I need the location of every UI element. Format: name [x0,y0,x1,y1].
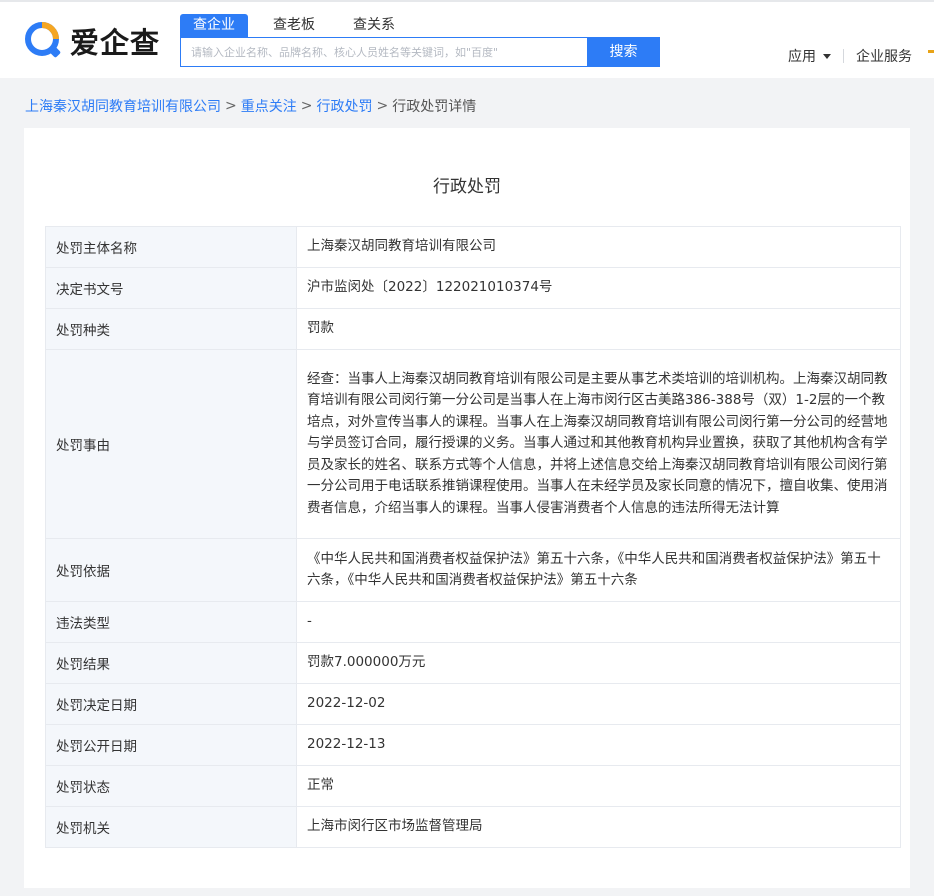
table-row: 处罚机关 上海市闵行区市场监督管理局 [45,806,901,848]
row-label: 决定书文号 [45,267,297,309]
row-value: - [296,601,901,643]
row-label: 处罚机关 [45,806,297,848]
breadcrumb-current: 行政处罚详情 [392,99,477,115]
search-box: 搜索 [180,37,660,67]
table-row: 处罚结果 罚款7.000000万元 [45,642,901,684]
tab-boss[interactable]: 查老板 [260,14,328,37]
row-label: 处罚结果 [45,642,297,684]
row-label: 处罚决定日期 [45,683,297,725]
row-value: 2022-12-02 [296,683,901,725]
row-label: 处罚主体名称 [45,226,297,268]
row-label: 处罚依据 [45,538,297,602]
nav-overflow-icon [928,50,934,53]
row-label: 违法类型 [45,601,297,643]
search-button[interactable]: 搜索 [587,37,660,67]
row-value: 《中华人民共和国消费者权益保护法》第五十六条，《中华人民共和国消费者权益保护法》… [296,538,901,602]
logo[interactable]: 爱企查 [24,20,160,62]
breadcrumb-key-focus[interactable]: 重点关注 [241,96,297,116]
table-row: 决定书文号 沪市监闵处〔2022〕122021010374号 [45,267,901,309]
row-value: 罚款 [296,308,901,350]
row-label: 处罚状态 [45,765,297,807]
breadcrumb-company[interactable]: 上海秦汉胡同教育培训有限公司 [25,96,221,116]
top-header: 爱企查 查企业 查老板 查关系 搜索 应用 企业服务 [0,0,934,78]
nav-enterprise-services-label: 企业服务 [856,49,912,65]
row-value: 经查：当事人上海秦汉胡同教育培训有限公司是主要从事艺术类培训的培训机构。上海秦汉… [296,349,901,539]
table-row: 处罚事由 经查：当事人上海秦汉胡同教育培训有限公司是主要从事艺术类培训的培训机构… [45,349,901,539]
row-value: 沪市监闵处〔2022〕122021010374号 [296,267,901,309]
search-input[interactable] [181,38,589,66]
magnifier-logo-icon [24,21,64,61]
table-row: 违法类型 - [45,601,901,643]
row-value: 上海秦汉胡同教育培训有限公司 [296,226,901,268]
row-value: 正常 [296,765,901,807]
breadcrumb-separator: > [225,98,237,114]
page-title: 行政处罚 [433,177,501,197]
nav-apps-label: 应用 [788,49,816,65]
search-type-tabs: 查企业 查老板 查关系 [180,14,408,37]
nav-apps[interactable]: 应用 [788,46,831,66]
tab-relation[interactable]: 查关系 [340,14,408,37]
row-value: 上海市闵行区市场监督管理局 [296,806,901,848]
table-row: 处罚状态 正常 [45,765,901,807]
row-value: 2022-12-13 [296,724,901,766]
breadcrumb: 上海秦汉胡同教育培训有限公司 > 重点关注 > 行政处罚 > 行政处罚详情 [25,96,476,116]
row-value: 罚款7.000000万元 [296,642,901,684]
penalty-detail-table: 处罚主体名称 上海秦汉胡同教育培训有限公司 决定书文号 沪市监闵处〔2022〕1… [45,226,901,848]
table-row: 处罚公开日期 2022-12-13 [45,724,901,766]
table-row: 处罚决定日期 2022-12-02 [45,683,901,725]
breadcrumb-separator: > [300,98,313,114]
table-row: 处罚依据 《中华人民共和国消费者权益保护法》第五十六条，《中华人民共和国消费者权… [45,538,901,602]
nav-enterprise-services[interactable]: 企业服务 [856,46,912,66]
breadcrumb-admin-penalty[interactable]: 行政处罚 [316,96,372,116]
breadcrumb-separator: > [376,98,389,114]
tab-company[interactable]: 查企业 [180,14,248,37]
row-label: 处罚公开日期 [45,724,297,766]
table-row: 处罚主体名称 上海秦汉胡同教育培训有限公司 [45,226,901,268]
caret-down-icon [823,53,831,59]
row-label: 处罚种类 [45,308,297,350]
table-row: 处罚种类 罚款 [45,308,901,350]
row-label: 处罚事由 [45,349,297,539]
top-nav: 应用 企业服务 [788,46,912,66]
penalty-detail-card: 行政处罚 处罚主体名称 上海秦汉胡同教育培训有限公司 决定书文号 沪市监闵处〔2… [24,128,910,888]
logo-text: 爱企查 [70,26,161,60]
nav-divider [843,49,844,63]
